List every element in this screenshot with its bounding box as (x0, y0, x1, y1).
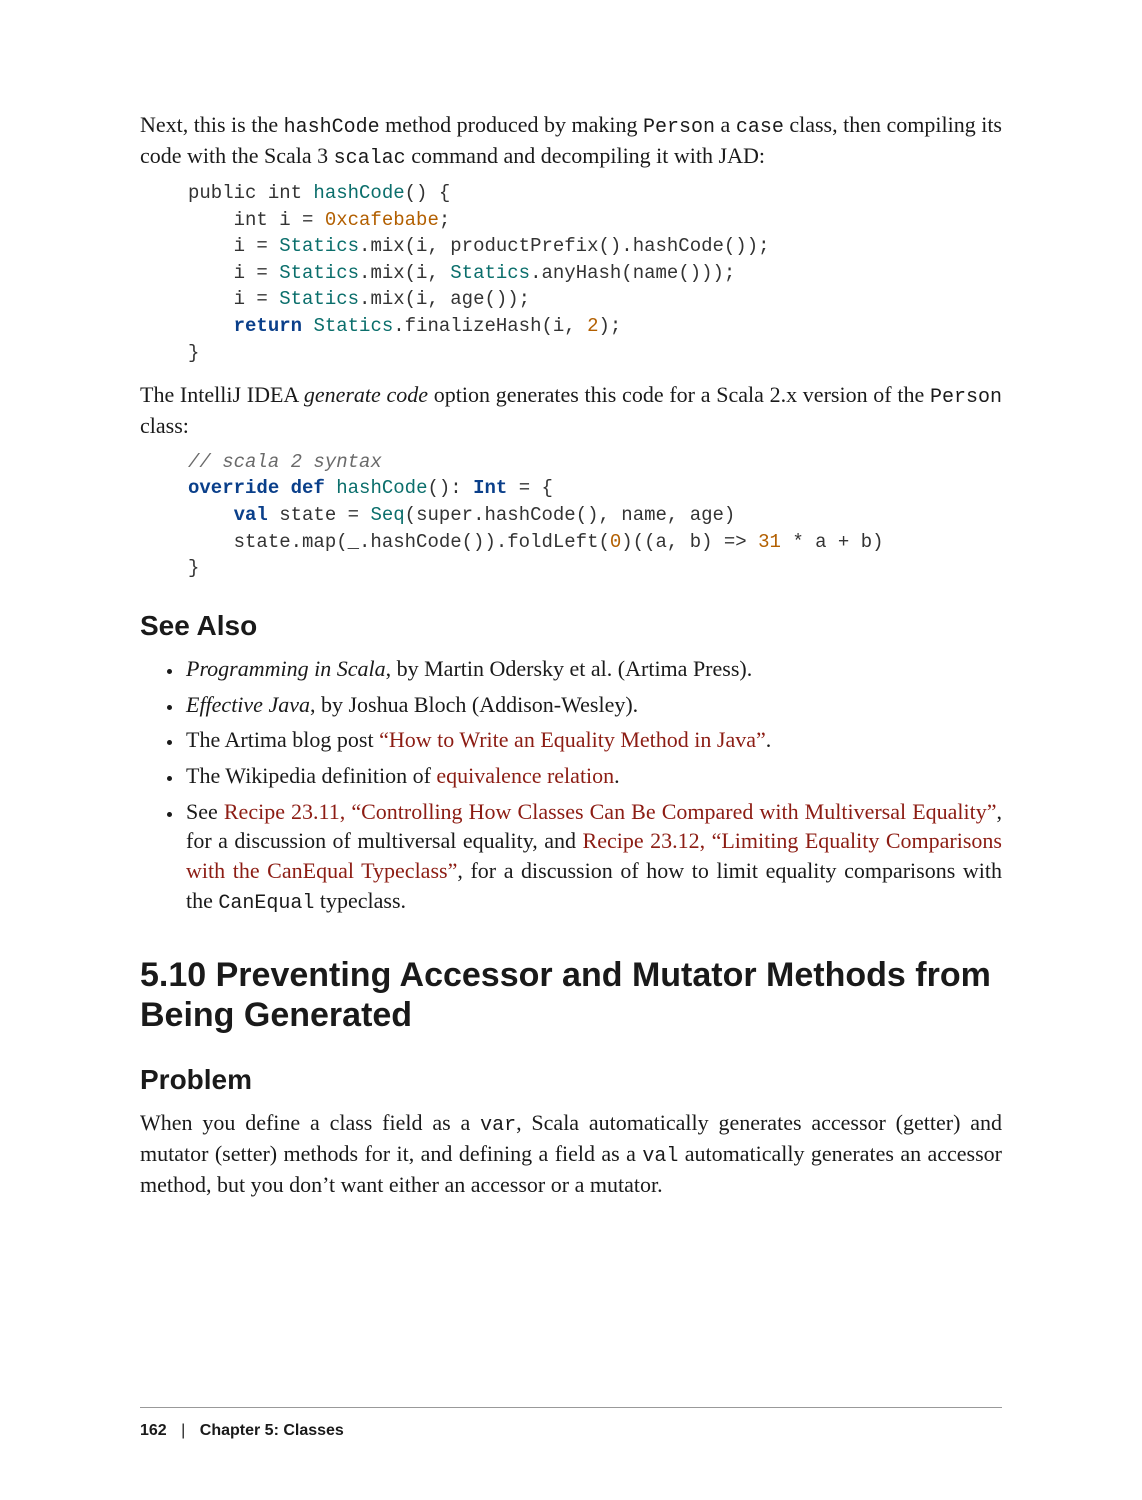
list-item: The Wikipedia definition of equivalence … (184, 761, 1002, 791)
code-inline: Person (643, 116, 715, 139)
page-number: 162 (140, 1422, 167, 1439)
footer-separator: | (181, 1422, 185, 1439)
text: , by Joshua Bloch (Addison-Wesley). (310, 692, 638, 717)
book-title: Effective Java (186, 692, 310, 717)
text: command and decompiling it with JAD: (406, 143, 765, 168)
see-also-heading: See Also (140, 610, 1002, 642)
book-title: Programming in Scala (186, 656, 386, 681)
text: class: (140, 413, 189, 438)
paragraph-intro: Next, this is the hashCode method produc… (140, 110, 1002, 172)
external-link[interactable]: “How to Write an Equality Method in Java… (379, 727, 766, 752)
code-inline: val (642, 1145, 678, 1168)
paragraph-intellij: The IntelliJ IDEA generate code option g… (140, 380, 1002, 441)
code-block-scala: // scala 2 syntax override def hashCode(… (188, 449, 1002, 582)
problem-paragraph: When you define a class field as a var, … (140, 1108, 1002, 1200)
text: The IntelliJ IDEA (140, 382, 304, 407)
see-also-list: Programming in Scala, by Martin Odersky … (140, 654, 1002, 917)
text: The Artima blog post (186, 727, 379, 752)
code-inline: hashCode (284, 116, 380, 139)
list-item: Effective Java, by Joshua Bloch (Addison… (184, 690, 1002, 720)
code-inline: var (480, 1114, 516, 1137)
section-title: 5.10 Preventing Accessor and Mutator Met… (140, 955, 1002, 1037)
text: . (614, 763, 620, 788)
text: a (715, 112, 736, 137)
code-inline: scalac (334, 147, 406, 170)
cross-reference-link[interactable]: Recipe 23.11, “Controlling How Classes C… (224, 799, 997, 824)
page: Next, this is the hashCode method produc… (0, 0, 1142, 1500)
chapter-label: Chapter 5: Classes (200, 1422, 344, 1439)
text: typeclass. (314, 888, 406, 913)
code-inline: CanEqual (218, 892, 314, 915)
text: . (766, 727, 772, 752)
text: See (186, 799, 224, 824)
list-item: The Artima blog post “How to Write an Eq… (184, 725, 1002, 755)
list-item: Programming in Scala, by Martin Odersky … (184, 654, 1002, 684)
problem-heading: Problem (140, 1064, 1002, 1096)
list-item: See Recipe 23.11, “Controlling How Class… (184, 797, 1002, 917)
text: option generates this code for a Scala 2… (428, 382, 930, 407)
code-block-java: public int hashCode() { int i = 0xcafeba… (188, 180, 1002, 366)
code-inline: case (736, 116, 784, 139)
text: The Wikipedia definition of (186, 763, 436, 788)
text: Next, this is the (140, 112, 284, 137)
text: , by Martin Odersky et al. (Artima Press… (386, 656, 753, 681)
code-inline: Person (930, 386, 1002, 409)
text: method produced by making (380, 112, 643, 137)
external-link[interactable]: equivalence relation (436, 763, 614, 788)
page-footer: 162 | Chapter 5: Classes (140, 1407, 1002, 1440)
emphasis: generate code (304, 382, 428, 407)
text: When you define a class field as a (140, 1110, 480, 1135)
